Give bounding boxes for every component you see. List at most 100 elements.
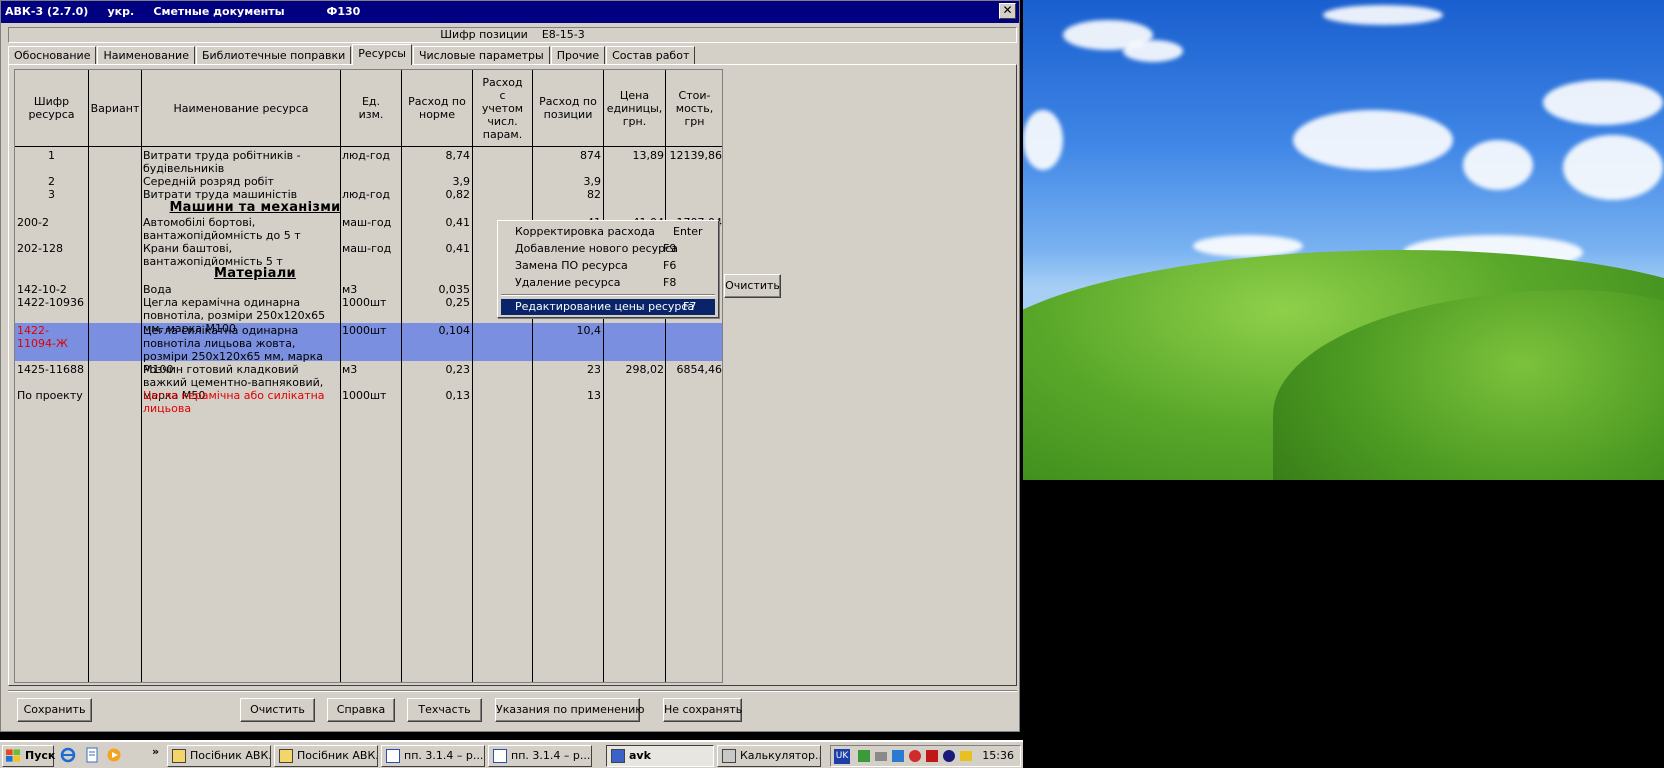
folder-icon bbox=[172, 749, 186, 763]
cell-code: 1 bbox=[48, 149, 55, 162]
cell-norm: 0,25 bbox=[445, 296, 471, 309]
close-icon: ✕ bbox=[1002, 3, 1013, 17]
cloud bbox=[1563, 135, 1663, 200]
col-header-name[interactable]: Наименование ресурса bbox=[142, 70, 340, 146]
table-row[interactable]: 3 Витрати труда машиністів люд-год 0,82 … bbox=[15, 187, 722, 201]
cipher-label: Шифр позиции bbox=[440, 28, 528, 41]
system-tray: UK 15:36 bbox=[830, 745, 1021, 767]
cell-norm: 0,82 bbox=[445, 188, 471, 201]
cloud bbox=[1463, 140, 1533, 190]
language-indicator[interactable]: UK bbox=[834, 749, 850, 764]
cipher-value: Е8-15-3 bbox=[541, 28, 585, 41]
col-header-cost[interactable]: Стои-мость, грн bbox=[666, 70, 722, 146]
menu-item-shortcut: F7 bbox=[683, 300, 697, 313]
task-label: Посібник АВК... bbox=[190, 749, 271, 762]
techpart-button[interactable]: Техчасть bbox=[407, 698, 482, 722]
tray-app-icon[interactable] bbox=[874, 749, 888, 763]
tab-name[interactable]: Наименование bbox=[97, 46, 195, 65]
col-header-code[interactable]: Шифр ресурса bbox=[15, 70, 88, 146]
cell-unit: м3 bbox=[342, 363, 358, 376]
start-button[interactable]: Пуск bbox=[2, 745, 55, 767]
cell-pos: 10,4 bbox=[576, 324, 602, 337]
tab-resources[interactable]: Ресурсы bbox=[352, 44, 412, 65]
close-button[interactable]: ✕ bbox=[999, 3, 1016, 19]
media-player-icon[interactable] bbox=[106, 747, 122, 763]
clear-button[interactable]: Очистить bbox=[240, 698, 315, 722]
cell-norm: 8,74 bbox=[445, 149, 471, 162]
cell-norm: 0,23 bbox=[445, 363, 471, 376]
task-button[interactable]: Посібник АВК... bbox=[274, 745, 378, 767]
tray-app-icon[interactable] bbox=[942, 749, 956, 763]
cell-pos: 82 bbox=[587, 188, 601, 201]
menu-separator bbox=[501, 294, 715, 296]
notepad-icon[interactable] bbox=[84, 747, 100, 763]
task-button[interactable]: Посібник АВК... bbox=[167, 745, 271, 767]
tray-app-icon[interactable] bbox=[857, 749, 871, 763]
table-row[interactable]: По проекту Цегла керамічна або силікатна… bbox=[15, 388, 722, 415]
quicklaunch-chevron-icon[interactable]: » bbox=[152, 745, 159, 758]
context-menu: Корректировка расхода Enter Добавление но… bbox=[497, 220, 719, 318]
col-header-pos[interactable]: Расход по позиции bbox=[533, 70, 603, 146]
task-label: пп. 3.1.4 – р... bbox=[511, 749, 591, 762]
tab-numeric-params[interactable]: Числовые параметры bbox=[412, 46, 550, 65]
no-save-button[interactable]: Не сохранять bbox=[663, 698, 742, 722]
cloud bbox=[1543, 80, 1663, 125]
cell-unit: люд-год bbox=[342, 149, 390, 162]
word-document-icon bbox=[386, 749, 400, 763]
cell-name: Цегла керамічна або силікатна лицьова bbox=[143, 389, 325, 415]
title-bar[interactable]: АВК-3 (2.7.0) укр. Сметные документы Ф13… bbox=[1, 1, 1019, 23]
tray-app-icon[interactable] bbox=[891, 749, 905, 763]
cloud bbox=[1023, 110, 1063, 170]
col-header-param[interactable]: Расход с учетом числ. парам. bbox=[473, 70, 532, 146]
task-button[interactable]: пп. 3.1.4 – р... bbox=[488, 745, 592, 767]
menu-item-add-resource[interactable]: Добавление нового ресурса F9 bbox=[501, 241, 715, 257]
task-label: avk bbox=[629, 749, 651, 762]
avk-app-icon bbox=[611, 749, 625, 763]
resources-table[interactable]: Шифр ресурса Вариант Наименование ресурс… bbox=[14, 69, 723, 683]
cell-name: Крани баштові, вантажопідйомність 5 т bbox=[143, 242, 283, 268]
side-clear-button[interactable]: Очистить bbox=[724, 274, 781, 298]
menu-item-label: Редактирование цены ресурса bbox=[515, 300, 695, 313]
cell-code: 1425-11688 bbox=[17, 363, 84, 376]
window-title-form: Ф130 bbox=[326, 5, 361, 18]
window-title-module: Сметные документы bbox=[153, 5, 285, 18]
cell-cost: 6854,46 bbox=[676, 363, 723, 376]
cell-norm: 0,104 bbox=[438, 324, 471, 337]
window-title-lang: укр. bbox=[107, 5, 135, 18]
cell-unit: 1000шт bbox=[342, 389, 387, 402]
help-button[interactable]: Справка bbox=[327, 698, 395, 722]
menu-item-edit-price[interactable]: Редактирование цены ресурса F7 bbox=[501, 299, 715, 315]
cell-cost: 12139,86 bbox=[669, 149, 723, 162]
col-header-norm[interactable]: Расход по норме bbox=[402, 70, 472, 146]
menu-item-correct-consumption[interactable]: Корректировка расхода Enter bbox=[501, 224, 715, 240]
col-header-price[interactable]: Цена единицы, грн. bbox=[604, 70, 665, 146]
instructions-button[interactable]: Указания по применению bbox=[495, 698, 645, 722]
cell-code: 1422-10936 bbox=[17, 296, 84, 309]
table-row[interactable]: 1 Витрати труда робітників - будівельник… bbox=[15, 148, 723, 175]
menu-item-delete-resource[interactable]: Удаление ресурса F8 bbox=[501, 275, 715, 291]
cell-norm: 0,41 bbox=[445, 242, 471, 255]
col-header-variant[interactable]: Вариант bbox=[89, 70, 141, 146]
tab-library-corrections[interactable]: Библиотечные поправки bbox=[195, 46, 352, 65]
tray-app-icon[interactable] bbox=[908, 749, 922, 763]
tab-justification[interactable]: Обоснование bbox=[8, 46, 97, 65]
cell-name: Автомобілі бортові, вантажопідйомність д… bbox=[143, 216, 301, 242]
task-button[interactable]: Калькулятор... bbox=[717, 745, 821, 767]
task-button-active[interactable]: avk bbox=[606, 745, 714, 767]
tab-other[interactable]: Прочие bbox=[550, 46, 606, 65]
menu-item-replace-resource[interactable]: Замена ПО ресурса F6 bbox=[501, 258, 715, 274]
tray-app-icon[interactable] bbox=[959, 749, 973, 763]
ie-icon[interactable] bbox=[60, 747, 76, 763]
menu-item-shortcut: Enter bbox=[673, 225, 703, 238]
table-row-selected[interactable]: 1422-11094-Ж Цегла силікатна одинарна по… bbox=[15, 323, 722, 376]
menu-item-shortcut: F6 bbox=[663, 259, 677, 272]
task-button[interactable]: пп. 3.1.4 – р... bbox=[381, 745, 485, 767]
table-row[interactable]: 2 Середній розряд робіт 3,9 3,9 bbox=[15, 174, 722, 188]
tray-app-icon[interactable] bbox=[925, 749, 939, 763]
tab-work-composition[interactable]: Состав работ bbox=[606, 46, 696, 65]
save-button[interactable]: Сохранить bbox=[17, 698, 92, 722]
col-header-unit[interactable]: Ед. изм. bbox=[341, 70, 401, 146]
clock[interactable]: 15:36 bbox=[982, 746, 1014, 766]
table-row[interactable]: 1425-11688 Розчин готовий кладковий важк… bbox=[15, 362, 723, 402]
bottom-separator bbox=[8, 690, 1017, 692]
